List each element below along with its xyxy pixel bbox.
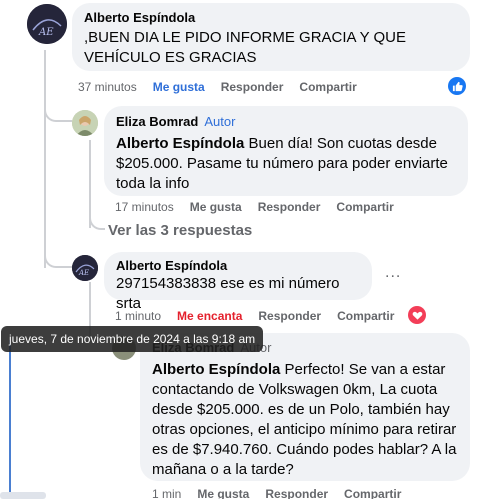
comment-bubble-4: Eliza BomradAutor Alberto Espíndola Perf… <box>140 333 470 481</box>
more-options-button[interactable]: ... <box>385 264 401 282</box>
comment-text: Alberto Espíndola Perfecto! Se van a est… <box>152 360 458 480</box>
avatar-alberto[interactable]: AE <box>27 4 67 44</box>
mention-link[interactable]: Alberto Espíndola <box>152 361 280 378</box>
comment-time[interactable]: 1 minuto <box>115 309 161 323</box>
comment-actions-1: 37 minutos Me gusta Responder Compartir <box>78 80 373 94</box>
comment-author[interactable]: Alberto Espíndola <box>116 258 360 273</box>
avatar-image-icon: AE <box>72 255 98 281</box>
comment-body: Perfecto! Se van a estar contactando de … <box>152 361 457 478</box>
comment-text: 297154383838 ese es mi número srta <box>116 275 340 312</box>
mention-link[interactable]: Alberto Espíndola <box>116 135 244 152</box>
share-button[interactable]: Compartir <box>344 487 401 499</box>
timestamp-tooltip: jueves, 7 de noviembre de 2024 a las 9:1… <box>1 326 264 352</box>
share-button[interactable]: Compartir <box>337 309 394 323</box>
love-button[interactable]: Me encanta <box>177 309 242 323</box>
share-button[interactable]: Compartir <box>336 200 393 214</box>
comment-bubble-2: Eliza Bomrad Autor Alberto Espíndola Buen… <box>104 106 468 196</box>
avatar-eliza[interactable] <box>72 110 98 136</box>
comment-actions-4: 1 min Me gusta Responder Compartir <box>152 487 417 499</box>
author-badge: Autor <box>204 114 236 129</box>
reply-button[interactable]: Responder <box>258 200 321 214</box>
comment-time[interactable]: 17 minutos <box>115 200 174 214</box>
love-reaction-icon[interactable] <box>408 306 426 324</box>
reply-button[interactable]: Responder <box>265 487 328 499</box>
scroll-indicator <box>0 492 46 499</box>
comment-author[interactable]: Alberto Espíndola <box>84 10 458 25</box>
comment-text: ,BUEN DIA LE PIDO INFORME GRACIA Y QUE V… <box>84 29 407 66</box>
comment-time[interactable]: 1 min <box>152 487 181 499</box>
like-reaction-icon[interactable] <box>448 77 466 95</box>
thread-line <box>44 50 46 268</box>
selection-indicator <box>9 340 11 499</box>
thread-connector-replies <box>89 212 105 230</box>
comment-actions-2: 17 minutos Me gusta Responder Compartir <box>115 200 410 214</box>
thread-connector-2 <box>44 252 72 268</box>
like-button[interactable]: Me gusta <box>153 80 205 94</box>
svg-text:AE: AE <box>78 269 89 277</box>
thread-connector-1 <box>44 108 72 122</box>
avatar-alberto[interactable]: AE <box>72 255 98 281</box>
comment-actions-3: 1 minuto Me encanta Responder Compartir <box>115 309 410 323</box>
like-button[interactable]: Me gusta <box>190 200 242 214</box>
comment-author[interactable]: Eliza Bomrad <box>116 114 198 129</box>
svg-text:AE: AE <box>38 27 54 38</box>
comment-bubble-3: Alberto Espíndola 297154383838 ese es mi… <box>104 252 372 312</box>
reply-button[interactable]: Responder <box>221 80 284 94</box>
comment-time[interactable]: 37 minutos <box>78 80 137 94</box>
view-replies-link[interactable]: Ver las 3 respuestas <box>108 222 252 239</box>
share-button[interactable]: Compartir <box>299 80 356 94</box>
comment-text: Alberto Espíndola Buen día! Son cuotas d… <box>116 134 456 194</box>
like-button[interactable]: Me gusta <box>197 487 249 499</box>
avatar-image-icon: AE <box>27 4 67 44</box>
reply-button[interactable]: Responder <box>258 309 321 323</box>
comment-bubble-1: Alberto Espíndola ,BUEN DIA LE PIDO INFO… <box>72 3 470 71</box>
comment-header: Eliza Bomrad Autor <box>116 113 456 131</box>
avatar-image-icon <box>72 110 98 136</box>
